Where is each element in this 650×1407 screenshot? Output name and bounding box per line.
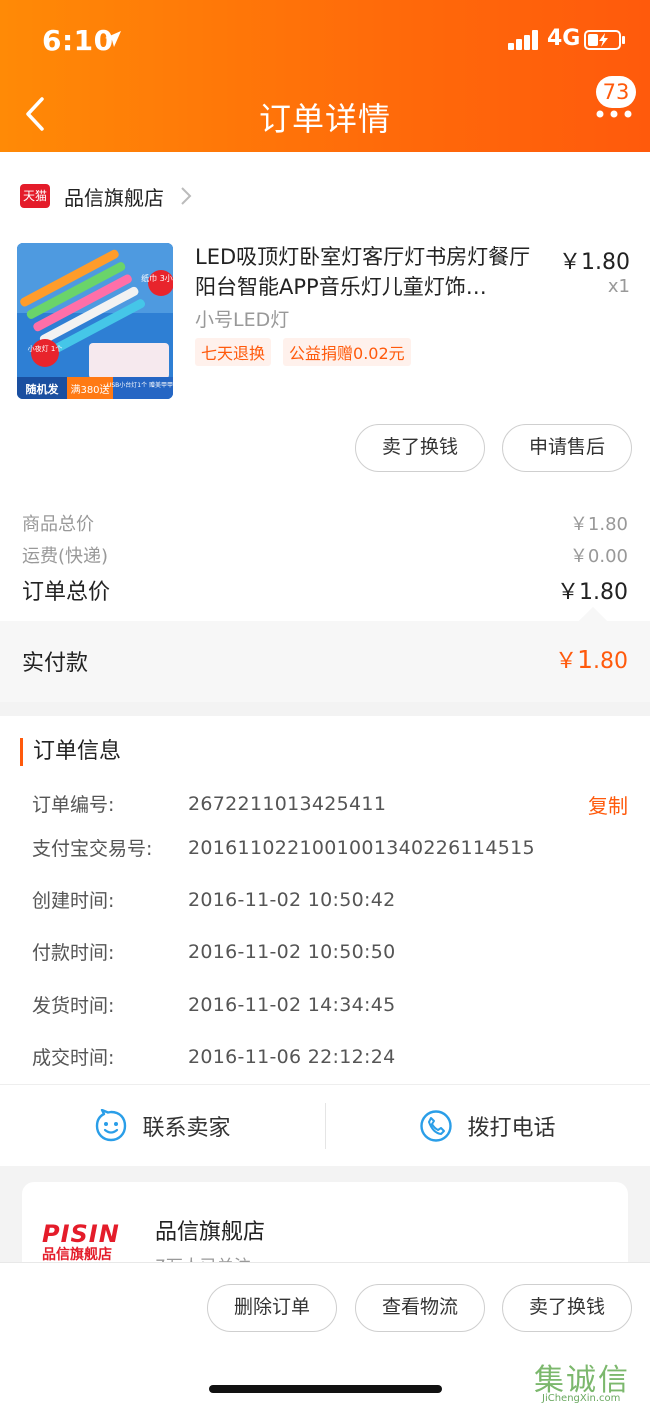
usb-lamp-illustration: 纸巾 3小包 小夜灯 1个 随机发 满380送 USB小台灯1个 赠美甲甲钳 <box>17 243 173 399</box>
location-arrow-icon <box>105 31 121 47</box>
goods-total-value: ￥1.80 <box>569 514 628 535</box>
shipping-label: 运费(快递) <box>22 546 109 567</box>
info-label: 成交时间: <box>32 1047 115 1069</box>
shop-header[interactable]: 天猫 品信旗舰店 <box>20 180 192 212</box>
actual-payment-label: 实付款 <box>22 651 89 676</box>
info-value: 2016-11-02 14:34:45 <box>188 993 396 1016</box>
promo-label: 满380送 <box>70 383 109 396</box>
info-label: 支付宝交易号: <box>32 838 153 860</box>
goods-total-row: 商品总价 ￥1.80 <box>22 510 628 536</box>
completed-time-row: 成交时间: 2016-11-06 22:12:24 <box>32 1043 628 1070</box>
status-bar: 6:10 4G <box>0 22 650 62</box>
view-logistics-button[interactable]: 查看物流 <box>355 1284 485 1332</box>
cellular-signal-icon <box>508 30 538 50</box>
shipping-value: ￥0.00 <box>569 546 628 567</box>
store-logo-subtext: 品信旗舰店 <box>42 1247 112 1263</box>
phone-icon <box>420 1110 453 1142</box>
chevron-right-icon <box>181 187 192 205</box>
alipay-trade-number-row: 支付宝交易号: 2016110221001001340226114515 <box>32 834 628 861</box>
battery-charging-icon <box>584 30 625 50</box>
order-info-title: 订单信息 <box>20 738 121 766</box>
shipping-row: 运费(快递) ￥0.00 <box>22 542 628 568</box>
actual-payment-box: 实付款 ￥1.80 <box>0 606 650 702</box>
paid-currency: ￥ <box>555 649 578 674</box>
product-title[interactable]: LED吸顶灯卧室灯客厅灯书房灯餐厅阳台智能APP音乐灯儿童灯饰… <box>195 242 550 302</box>
created-time-row: 创建时间: 2016-11-02 10:50:42 <box>32 886 628 913</box>
order-number-row: 订单编号: 2672211013425411 <box>32 790 628 817</box>
page-title: 订单详情 <box>258 100 391 138</box>
call-button[interactable]: 拨打电话 <box>325 1085 650 1167</box>
contact-seller-label: 联系卖家 <box>142 1116 231 1141</box>
product-price: ￥1.80 <box>559 250 630 275</box>
store-name: 品信旗舰店 <box>155 1220 266 1245</box>
network-type: 4G <box>547 26 581 51</box>
info-value: 2016110221001001340226114515 <box>188 836 535 859</box>
paid-integer: 1 <box>577 645 593 674</box>
tmall-icon: 天猫 <box>20 184 50 208</box>
order-total-label: 订单总价 <box>22 580 111 605</box>
contact-seller-button[interactable]: 联系卖家 <box>0 1085 325 1167</box>
shipped-time-row: 发货时间: 2016-11-02 14:34:45 <box>32 991 628 1018</box>
goods-total-label: 商品总价 <box>22 514 94 535</box>
random-ship-label: 随机发 <box>26 382 60 396</box>
paid-time-row: 付款时间: 2016-11-02 10:50:50 <box>32 938 628 965</box>
info-value: 2672211013425411 <box>188 792 387 815</box>
shop-name[interactable]: 品信旗舰店 <box>64 182 164 211</box>
info-value: 2016-11-02 10:50:50 <box>188 940 396 963</box>
badge-nightlight-label: 小夜灯 1个 <box>28 344 63 353</box>
status-time: 6:10 <box>42 24 114 57</box>
info-value: 2016-11-06 22:12:24 <box>188 1045 396 1068</box>
order-detail-page: 6:10 4G 订单详情 73 天猫 品信旗舰店 纸巾 3小 小夜灯 1个 随机… <box>0 0 650 1407</box>
charity-tag: 公益捐赠0.02元 <box>283 338 411 366</box>
contact-bar: 联系卖家 拨打电话 <box>0 1084 650 1166</box>
message-count-badge[interactable]: 73 <box>596 76 636 108</box>
info-label: 付款时间: <box>32 942 115 964</box>
chat-face-icon <box>96 1109 127 1142</box>
order-total-value: ￥1.80 <box>557 580 628 605</box>
sell-for-cash-button[interactable]: 卖了换钱 <box>355 424 485 472</box>
header: 6:10 4G 订单详情 73 <box>0 0 650 152</box>
product-variant: 小号LED灯 <box>195 309 290 331</box>
watermark-url: JiChengXin.com <box>542 1393 621 1404</box>
info-label: 创建时间: <box>32 890 115 912</box>
bottom-action-bar: 删除订单 查看物流 卖了换钱 集诚信 JiChengXin.com <box>0 1262 650 1407</box>
order-info-card: 订单信息 复制 订单编号: 2672211013425411 支付宝交易号: 2… <box>0 716 650 1166</box>
paid-notch <box>578 606 608 636</box>
product-card: 天猫 品信旗舰店 纸巾 3小包 小夜灯 1个 <box>0 152 650 702</box>
product-quantity: x1 <box>607 276 630 297</box>
delete-order-button[interactable]: 删除订单 <box>207 1284 337 1332</box>
info-value: 2016-11-02 10:50:42 <box>188 888 396 911</box>
service-tags: 七天退换 公益捐赠0.02元 <box>195 338 411 366</box>
info-label: 订单编号: <box>32 794 115 816</box>
sell-for-cash-bottom-button[interactable]: 卖了换钱 <box>502 1284 632 1332</box>
actual-payment-value: ￥1.80 <box>555 643 628 675</box>
product-image[interactable]: 纸巾 3小包 小夜灯 1个 随机发 满380送 USB小台灯1个 赠美甲甲钳 <box>17 243 173 399</box>
return-policy-tag: 七天退换 <box>195 338 272 366</box>
watermark: 集诚信 JiChengXin.com <box>534 1355 644 1405</box>
badge-tissue-label: 纸巾 3小包 <box>141 273 173 283</box>
home-indicator[interactable] <box>209 1385 442 1393</box>
call-label: 拨打电话 <box>467 1116 556 1141</box>
info-label: 发货时间: <box>32 995 115 1017</box>
gift-label: USB小台灯1个 赠美甲甲钳 <box>107 381 173 389</box>
order-total-row: 订单总价 ￥1.80 <box>22 574 628 606</box>
apply-after-sale-button[interactable]: 申请售后 <box>502 424 632 472</box>
paid-decimal: .80 <box>593 649 628 674</box>
